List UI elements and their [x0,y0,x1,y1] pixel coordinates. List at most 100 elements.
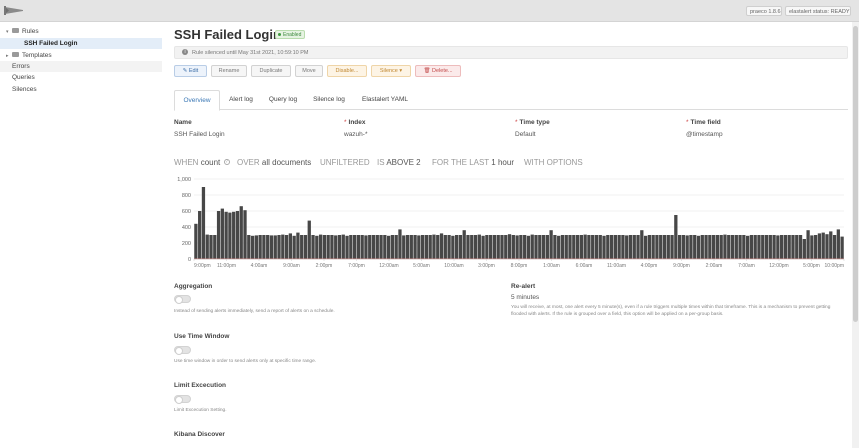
move-button[interactable]: Move [295,65,323,77]
status-badge: Enabled [275,30,306,39]
sidebar-item-label: Queries [12,74,35,81]
chart-bar [349,235,353,259]
chart-bar [458,235,463,259]
disable-button[interactable]: Disable... [327,65,367,77]
edit-button[interactable]: ✎ Edit [174,65,207,77]
chart-bar [836,229,840,259]
chart-bar [213,235,217,259]
chart-bar [617,235,621,259]
scrollbar-thumb[interactable] [853,26,858,322]
chart-x-tick-label: 10:00pm [825,263,844,269]
chart-bar [666,235,670,259]
field-label-time-field: * Time field [686,119,721,126]
use-time-window-title: Use Time Window [174,333,230,340]
chart-bar [572,235,576,259]
delete-button-label: Delete... [432,68,453,74]
chart-bar [281,234,285,259]
chart-bar [198,211,202,259]
help-icon[interactable]: ? [223,158,230,165]
chart-bar [405,235,410,259]
folder-icon [12,27,19,33]
use-time-window-toggle[interactable] [174,346,191,355]
tab-overview[interactable]: Overview [174,90,220,111]
chart-bar [307,220,311,259]
silence-button[interactable]: Silence ▾ [371,65,411,77]
vertical-scrollbar[interactable] [852,22,859,448]
limit-execution-toggle[interactable] [174,395,191,404]
chart-bar [334,235,338,259]
chart-bar [549,230,553,259]
chart-bar [553,235,557,259]
chart-bar [220,208,224,259]
silence-notice: i Rule silenced until May 31st 2021, 10:5… [174,46,848,59]
chart-bar [228,212,232,259]
chart-bar [704,235,708,259]
chart-bar [417,235,421,259]
chart-bar [825,234,829,259]
chart-bar [526,235,531,259]
chart-bar [602,235,606,259]
info-icon: i [182,49,188,56]
condition-when[interactable]: WHEN count ? [174,158,230,167]
duplicate-button[interactable]: Duplicate [251,65,291,77]
limit-execution-title: Limit Excecution [174,382,227,389]
chart-bar [269,235,274,259]
tab-alert-log[interactable]: Alert log [222,90,260,110]
chart-bar [322,235,327,259]
aggregation-toggle[interactable] [174,295,191,304]
condition-options[interactable]: WITH OPTIONS [524,158,583,167]
chart-x-tick-label: 3:00pm [478,263,495,269]
chart-bar [409,235,413,259]
chart-bar [507,234,512,259]
chart-bar [330,235,334,259]
realert-title: Re-alert [511,283,536,290]
condition-is[interactable]: IS ABOVE 2 [377,158,421,167]
chart-bar [753,235,757,259]
kibana-discover-title: Kibana Discover [174,431,225,438]
chart-bar [489,235,493,259]
aggregation-description: Instead of sending alerts immediately, s… [174,309,335,314]
edit-button-label: Edit [188,68,199,74]
chart-bar [674,215,678,259]
silence-notice-text: Rule silenced until May 31st 2021, 10:59… [192,50,309,56]
field-value-index: wazuh-* [344,131,368,138]
sidebar-item-queries[interactable]: Queries [0,72,162,83]
chart-y-tick-label: 1,000 [177,177,191,183]
sidebar-item-rules[interactable]: ▾ Rules [0,26,162,37]
sidebar-item-errors[interactable]: Errors [0,61,162,72]
field-label-name: Name [174,119,192,126]
tab-query-log[interactable]: Query log [262,90,304,110]
chart-bar [266,235,270,259]
chart-bar [651,235,655,259]
tab-bar: Overview Alert log Query log Silence log… [174,90,848,111]
rename-button[interactable]: Rename [211,65,247,77]
chart-bar [538,235,542,259]
chart-bar [523,235,527,259]
sidebar-item-silences[interactable]: Silences [0,84,162,95]
chart-bar [798,235,803,259]
chart-bar [541,235,546,259]
chart-bar [194,223,198,259]
condition-filter[interactable]: UNFILTERED [320,158,370,167]
tab-elastalert-yaml[interactable]: Elastalert YAML [354,90,416,110]
chart-bar [462,230,466,259]
field-label-index: * Index [344,119,366,126]
chart-bar [311,235,315,259]
sidebar-item-label: Silences [12,86,37,93]
condition-for[interactable]: FOR THE LAST 1 hour [432,158,514,167]
field-label-time-type: * Time type [515,119,550,126]
chart-bar [239,206,243,259]
praeco-logo-icon[interactable] [4,5,24,16]
realert-description: You will receive, at most, one alert eve… [511,305,831,317]
sidebar-item-templates[interactable]: ▸ Templates [0,50,162,61]
delete-button[interactable]: 🗑 Delete... [415,65,461,77]
condition-over[interactable]: OVER all documents [237,158,311,167]
chart-bar [587,235,591,259]
chart-bar [625,235,629,259]
status-label: Enabled [283,32,302,38]
chart-bar [451,235,455,259]
chart-bar [776,235,780,259]
chart-bar [647,235,652,259]
tab-silence-log[interactable]: Silence log [306,90,352,110]
sidebar-item-ssh-failed-login[interactable]: SSH Failed Login [0,38,162,49]
